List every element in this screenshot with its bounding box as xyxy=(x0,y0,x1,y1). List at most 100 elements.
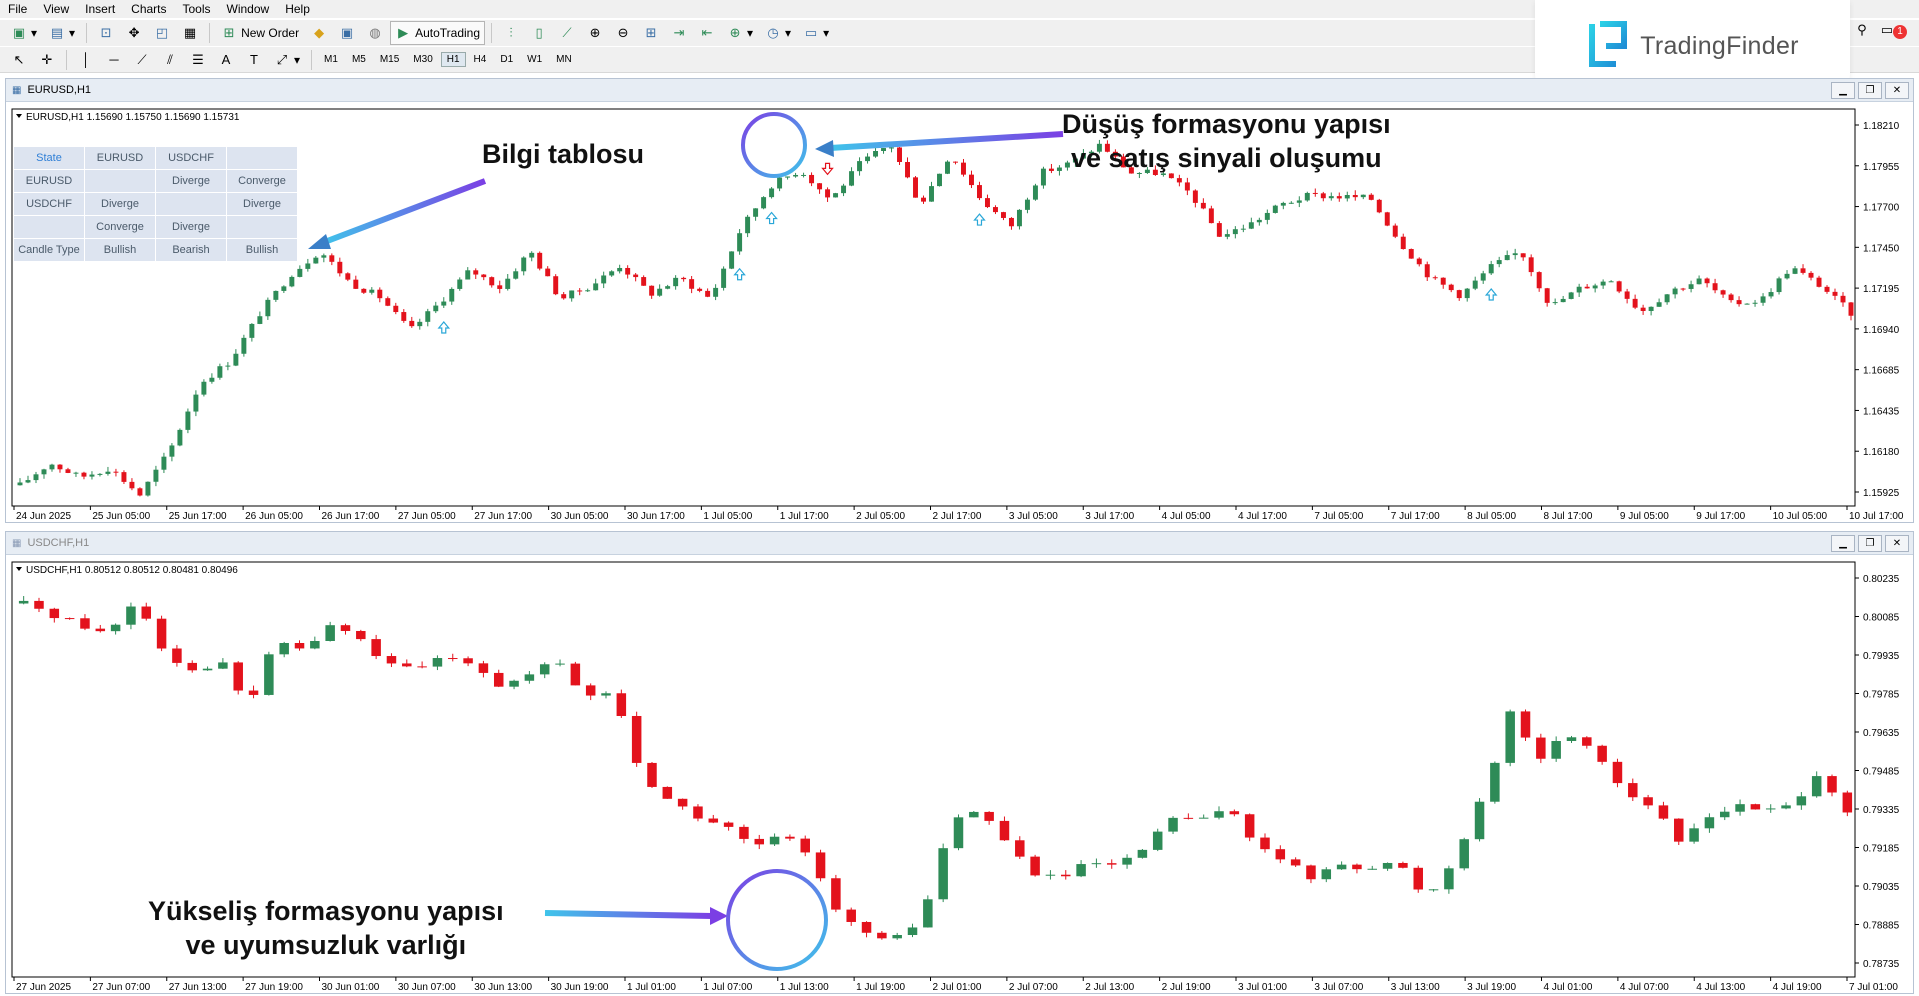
y-tick-label: 0.79335 xyxy=(1863,805,1900,816)
periods-button[interactable]: ◷ ▾ xyxy=(760,21,796,45)
new-chart-button[interactable]: ▣ ▾ xyxy=(6,21,42,45)
line-chart-button[interactable]: ⟋ xyxy=(554,21,580,45)
new-order-button[interactable]: ⊞ New Order xyxy=(216,21,304,45)
tile-windows-icon: ⊞ xyxy=(645,25,657,40)
candle-body xyxy=(1781,805,1791,809)
x-tick-label: 26 Jun 17:00 xyxy=(322,511,380,522)
timeframe-w1[interactable]: W1 xyxy=(521,52,548,67)
timeframe-m30[interactable]: M30 xyxy=(407,52,438,67)
metaeditor-button[interactable]: ◆ xyxy=(306,21,332,45)
candle-body xyxy=(393,305,399,313)
candle-body xyxy=(172,648,182,663)
crosshair-button[interactable]: ✛ xyxy=(34,48,60,72)
vertical-line-button[interactable]: │ xyxy=(73,48,99,72)
trendline-icon: ⟋ xyxy=(137,51,147,67)
candle-body xyxy=(1674,818,1684,842)
indicators-button[interactable]: ⊕ ▾ xyxy=(722,21,758,45)
navigator-button[interactable]: ◰ xyxy=(149,21,175,45)
templates-button[interactable]: ▭ ▾ xyxy=(798,21,834,45)
label-button[interactable]: T xyxy=(241,48,267,72)
arrows-button[interactable]: ⤢ ▾ xyxy=(269,48,305,72)
minimize-button[interactable]: ▁ xyxy=(1831,82,1855,99)
menu-file[interactable]: File xyxy=(0,2,35,16)
channel-button[interactable]: ⫽ xyxy=(157,48,183,72)
candle-body xyxy=(713,287,719,297)
candle-body xyxy=(169,445,175,457)
candle-body xyxy=(881,148,887,152)
fibonacci-button[interactable]: ☰ xyxy=(185,48,211,72)
candle-body xyxy=(697,288,703,291)
candle-body xyxy=(273,290,279,300)
menu-view[interactable]: View xyxy=(35,2,77,16)
cursor-button[interactable]: ↖ xyxy=(6,48,32,72)
menu-insert[interactable]: Insert xyxy=(77,2,123,16)
candle-body xyxy=(641,277,647,286)
auto-scroll-button[interactable]: ⇥ xyxy=(666,21,692,45)
arrows-icon: ⤢ xyxy=(276,51,288,67)
search-icon[interactable]: ⚲ xyxy=(1857,22,1867,38)
chart-menu-icon xyxy=(16,114,22,118)
restore-button[interactable]: ❐ xyxy=(1858,82,1882,99)
terminal-button[interactable]: ▦ xyxy=(177,21,203,45)
candle-body xyxy=(1400,236,1406,250)
y-tick-label: 0.79935 xyxy=(1863,651,1900,662)
timeframe-h4[interactable]: H4 xyxy=(468,52,493,67)
menu-charts[interactable]: Charts xyxy=(123,2,174,16)
chart-menu-icon xyxy=(16,567,22,571)
autotrading-button[interactable]: ▶ AutoTrading xyxy=(390,21,486,45)
table-cell xyxy=(226,146,298,170)
candle-body xyxy=(18,600,29,604)
brand-name: TradingFinder xyxy=(1640,31,1799,60)
timeframe-mn[interactable]: MN xyxy=(550,52,578,67)
metaeditor-icon: ◆ xyxy=(314,25,325,40)
market-watch-button[interactable]: ⊡ xyxy=(93,21,119,45)
timeframe-m1[interactable]: M1 xyxy=(318,52,344,67)
timeframe-d1[interactable]: D1 xyxy=(494,52,519,67)
close-button[interactable]: ✕ xyxy=(1885,82,1909,99)
tile-windows-button[interactable]: ⊞ xyxy=(638,21,664,45)
timeframe-m5[interactable]: M5 xyxy=(346,52,372,67)
y-tick-label: 0.79635 xyxy=(1863,728,1900,739)
candle-body xyxy=(1304,192,1310,201)
chart-info-label: USDCHF,H1 0.80512 0.80512 0.80481 0.8049… xyxy=(26,565,238,576)
data-window-button[interactable]: ✥ xyxy=(121,21,147,45)
trendline-button[interactable]: ⟋ xyxy=(129,48,155,72)
minimize-button[interactable]: ▁ xyxy=(1831,535,1855,552)
chart-shift-button[interactable]: ⇤ xyxy=(694,21,720,45)
profiles-button[interactable]: ▤ ▾ xyxy=(44,21,80,45)
candlestick-button[interactable]: ▯ xyxy=(526,21,552,45)
window-titlebar[interactable]: ▦ EURUSD,H1 xyxy=(6,79,1913,102)
signals-button[interactable]: ▣ xyxy=(334,21,360,45)
candle-body xyxy=(457,279,463,289)
candle-body xyxy=(681,277,687,280)
menu-tools[interactable]: Tools xyxy=(175,2,219,16)
zoom-out-button[interactable]: ⊖ xyxy=(610,21,636,45)
candle-body xyxy=(1628,783,1638,798)
candle-body xyxy=(377,289,383,299)
timeframe-h1[interactable]: H1 xyxy=(440,52,466,67)
menu-help[interactable]: Help xyxy=(277,2,318,16)
candle-body xyxy=(1176,178,1182,183)
x-tick-label: 4 Jul 17:00 xyxy=(1238,511,1287,522)
horizontal-line-button[interactable]: ─ xyxy=(101,48,127,72)
community-button[interactable]: ◍ xyxy=(362,21,388,45)
candle-body xyxy=(865,156,871,162)
menu-window[interactable]: Window xyxy=(219,2,278,16)
x-tick-label: 1 Jul 07:00 xyxy=(703,982,752,993)
text-button[interactable]: A xyxy=(213,48,239,72)
close-button[interactable]: ✕ xyxy=(1885,535,1909,552)
candle-body xyxy=(432,658,443,667)
candle-body xyxy=(1459,839,1469,869)
restore-button[interactable]: ❐ xyxy=(1858,535,1882,552)
candle-body xyxy=(539,664,550,675)
window-titlebar[interactable]: ▦ USDCHF,H1 xyxy=(6,532,1913,555)
notifications-button[interactable]: ▭ 1 xyxy=(1881,22,1907,39)
candle-body xyxy=(313,257,319,264)
zoom-in-button[interactable]: ⊕ xyxy=(582,21,608,45)
bar-chart-button[interactable]: ⫶ xyxy=(498,21,524,45)
x-tick-label: 9 Jul 05:00 xyxy=(1620,511,1669,522)
candle-body xyxy=(984,811,994,821)
candle-body xyxy=(1229,811,1240,815)
timeframe-m15[interactable]: M15 xyxy=(374,52,405,67)
y-tick-label: 0.80235 xyxy=(1863,574,1900,585)
